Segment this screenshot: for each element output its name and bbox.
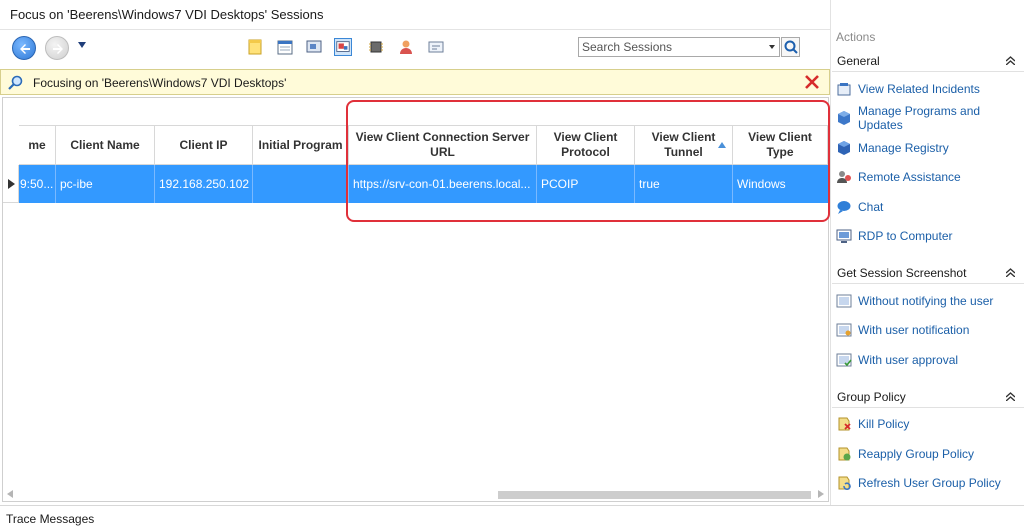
section-general[interactable]: General bbox=[832, 50, 1024, 72]
screenshot-icon bbox=[836, 294, 852, 308]
column-header-client-protocol[interactable]: View Client Protocol bbox=[537, 125, 635, 165]
actions-pane: Actions General View Related Incidents M… bbox=[830, 0, 1024, 505]
actions-title: Actions bbox=[836, 30, 876, 44]
action-label: Refresh User Group Policy bbox=[858, 476, 1001, 490]
action-label: View Related Incidents bbox=[858, 82, 980, 96]
action-screenshot-without-notifying[interactable]: Without notifying the user bbox=[836, 290, 1024, 312]
rdp-icon bbox=[836, 229, 852, 243]
cell-connection-server-url[interactable]: https://srv-con-01.beerens.local... bbox=[349, 165, 537, 203]
action-chat[interactable]: Chat bbox=[836, 196, 1024, 218]
magnifier-icon bbox=[8, 75, 23, 90]
action-reapply-group-policy[interactable]: Reapply Group Policy bbox=[836, 443, 1024, 465]
search-dropdown-icon[interactable] bbox=[768, 43, 776, 51]
horizontal-scrollbar[interactable] bbox=[3, 487, 828, 501]
action-rdp-to-computer[interactable]: RDP to Computer bbox=[836, 225, 1024, 247]
action-label: With user notification bbox=[858, 323, 970, 337]
collapse-icon[interactable] bbox=[1006, 392, 1015, 401]
back-button[interactable] bbox=[12, 36, 36, 60]
registry-icon bbox=[838, 141, 850, 155]
search-button[interactable] bbox=[781, 37, 800, 57]
action-refresh-user-group-policy[interactable]: Refresh User Group Policy bbox=[836, 472, 1024, 494]
sessions-grid: me Client Name Client IP Initial Program… bbox=[2, 97, 829, 502]
action-label: Chat bbox=[858, 200, 884, 214]
action-label: Without notifying the user bbox=[858, 294, 994, 308]
action-label: RDP to Computer bbox=[858, 229, 953, 243]
sort-ascending-icon bbox=[718, 142, 726, 148]
action-label: Reapply Group Policy bbox=[858, 447, 975, 461]
column-header-client-ip[interactable]: Client IP bbox=[155, 125, 253, 165]
column-header-initial-program[interactable]: Initial Program bbox=[253, 125, 349, 165]
window-title: Focus on 'Beerens\Windows7 VDI Desktops'… bbox=[0, 0, 830, 30]
chat-icon bbox=[837, 201, 851, 214]
cell-initial-program[interactable] bbox=[253, 165, 349, 203]
scrollbar-thumb[interactable] bbox=[498, 491, 811, 499]
user-icon[interactable] bbox=[397, 38, 415, 56]
action-screenshot-with-notification[interactable]: With user notification bbox=[836, 319, 1024, 341]
close-icon[interactable] bbox=[804, 74, 820, 90]
search-icon bbox=[784, 40, 798, 54]
action-remote-assistance[interactable]: Remote Assistance bbox=[836, 166, 1024, 188]
screenshot-notify-icon bbox=[836, 323, 852, 337]
toolbar: Search Sessions bbox=[0, 30, 830, 68]
focus-view-icon[interactable] bbox=[334, 38, 352, 56]
arrow-right-icon bbox=[53, 44, 63, 54]
forward-button[interactable] bbox=[45, 36, 69, 60]
cell-client-tunnel[interactable]: true bbox=[635, 165, 733, 203]
chip-icon[interactable] bbox=[367, 38, 385, 56]
trace-messages-bar[interactable]: Trace Messages bbox=[0, 505, 1024, 530]
collapse-icon[interactable] bbox=[1006, 268, 1015, 277]
action-manage-programs[interactable]: Manage Programs and Updates bbox=[836, 104, 1024, 132]
refresh-policy-icon bbox=[838, 476, 851, 490]
section-get-session-screenshot[interactable]: Get Session Screenshot bbox=[832, 262, 1024, 284]
row-indicator[interactable] bbox=[3, 165, 19, 203]
section-label: Group Policy bbox=[837, 390, 906, 404]
column-header-label: View Client Tunnel bbox=[651, 130, 716, 159]
action-view-related-incidents[interactable]: View Related Incidents bbox=[836, 78, 1024, 100]
remote-assistance-icon bbox=[837, 171, 851, 183]
section-label: Get Session Screenshot bbox=[837, 266, 967, 280]
arrow-left-icon bbox=[20, 44, 30, 54]
search-input[interactable]: Search Sessions bbox=[578, 37, 780, 57]
cell-client-type[interactable]: Windows bbox=[733, 165, 828, 203]
session-view-icon[interactable] bbox=[305, 38, 323, 56]
calendar-icon[interactable] bbox=[276, 38, 294, 56]
column-header[interactable]: me bbox=[19, 125, 56, 165]
action-manage-registry[interactable]: Manage Registry bbox=[836, 137, 1024, 159]
action-kill-policy[interactable]: Kill Policy bbox=[836, 413, 1024, 435]
notes-icon[interactable] bbox=[246, 38, 264, 56]
programs-icon bbox=[838, 111, 850, 125]
column-header-client-name[interactable]: Client Name bbox=[56, 125, 155, 165]
column-header-client-type[interactable]: View Client Type bbox=[733, 125, 828, 165]
cell-time[interactable]: 9:50... bbox=[19, 165, 56, 203]
card-icon[interactable] bbox=[427, 38, 445, 56]
history-dropdown-icon[interactable] bbox=[77, 40, 87, 50]
action-screenshot-with-approval[interactable]: With user approval bbox=[836, 349, 1024, 371]
section-group-policy[interactable]: Group Policy bbox=[832, 386, 1024, 408]
cell-client-ip[interactable]: 192.168.250.102 bbox=[155, 165, 253, 203]
scroll-left-icon[interactable] bbox=[7, 490, 13, 498]
column-header-connection-server-url[interactable]: View Client Connection Server URL bbox=[349, 125, 537, 165]
action-label: Manage Programs and Updates bbox=[858, 104, 981, 132]
reapply-policy-icon bbox=[838, 447, 851, 461]
section-label: General bbox=[837, 54, 880, 68]
focus-bar: Focusing on 'Beerens\Windows7 VDI Deskto… bbox=[0, 69, 830, 95]
kill-policy-icon bbox=[838, 417, 851, 431]
focus-text: Focusing on 'Beerens\Windows7 VDI Deskto… bbox=[33, 76, 287, 90]
incidents-icon bbox=[837, 83, 851, 96]
action-label: Remote Assistance bbox=[858, 170, 961, 184]
screenshot-approval-icon bbox=[836, 353, 852, 367]
action-label: With user approval bbox=[858, 353, 959, 367]
current-row-icon bbox=[8, 179, 15, 189]
group-by-area bbox=[3, 98, 828, 125]
cell-client-protocol[interactable]: PCOIP bbox=[537, 165, 635, 203]
action-label: Kill Policy bbox=[858, 417, 910, 431]
collapse-icon[interactable] bbox=[1006, 56, 1015, 65]
cell-client-name[interactable]: pc-ibe bbox=[56, 165, 155, 203]
scroll-right-icon[interactable] bbox=[818, 490, 824, 498]
column-header-client-tunnel[interactable]: View Client Tunnel bbox=[635, 125, 733, 165]
action-label: Manage Registry bbox=[858, 141, 949, 155]
